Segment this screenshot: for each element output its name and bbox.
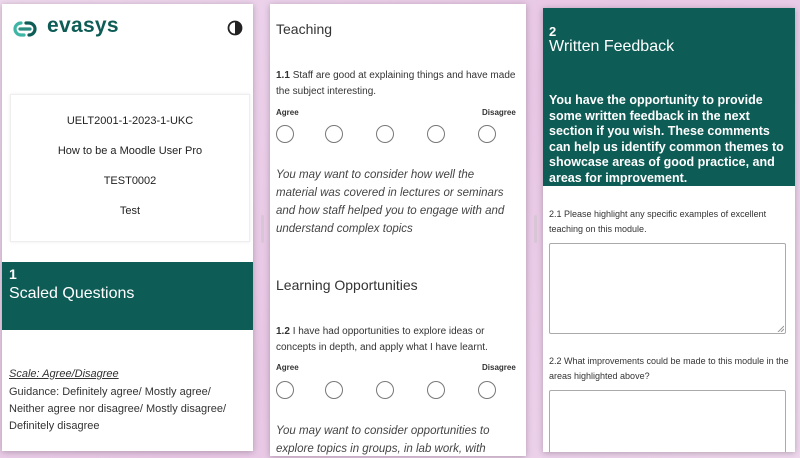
teaching-heading: Teaching [276,21,333,37]
q1-1-radio-mostly-disagree[interactable] [427,125,445,143]
question-number: 1.1 [276,70,290,81]
app-header: evasys [2,4,253,56]
course-info-card: UELT2001-1-2023-1-UKC How to be a Moodle… [10,94,250,242]
section-1-banner: 1 Scaled Questions [2,262,253,330]
q1-1-radio-mostly-agree[interactable] [325,125,343,143]
question-2-1-textarea[interactable] [549,243,786,334]
teaching-hint: You may want to consider how well the ma… [276,169,505,235]
agree-label: Agree [276,363,299,372]
course-id: TEST0002 [103,175,157,187]
panel-divider [261,215,264,243]
learning-heading: Learning Opportunities [276,277,418,293]
disagree-label: Disagree [482,108,516,117]
learning-hint: You may want to consider opportunities t… [276,425,490,455]
contrast-icon[interactable] [227,20,243,36]
question-text: Staff are good at explaining things and … [276,70,516,97]
q1-2-radio-mostly-disagree[interactable] [427,381,445,399]
q1-1-radio-definitely-agree[interactable] [276,125,294,143]
question-number: 1.2 [276,326,290,337]
written-feedback-panel: 2 Written Feedback You have the opportun… [543,8,795,452]
q1-2-radio-mostly-agree[interactable] [325,381,343,399]
section-number: 2 [549,24,557,39]
question-text: I have had opportunities to explore idea… [276,326,488,353]
course-type: Test [119,205,141,217]
section-number: 1 [9,266,17,282]
section-title: Scaled Questions [9,285,135,302]
resize-grip-icon[interactable] [777,325,784,332]
agree-label: Agree [276,108,299,117]
course-code: UELT2001-1-2023-1-UKC [66,115,194,127]
section-title: Written Feedback [549,38,675,55]
section-description: You have the opportunity to provide some… [549,93,784,185]
question-2-1-label: 2.1 Please highlight any specific exampl… [549,209,767,234]
q1-1-radio-neither[interactable] [376,125,394,143]
course-info-panel: evasys UELT2001-1-2023-1-UKC How to be a… [2,4,253,451]
disagree-label: Disagree [482,363,516,372]
q1-2-radio-neither[interactable] [376,381,394,399]
scaled-questions-panel: Teaching 1.1 Staff are good at explainin… [270,4,526,456]
q1-1-radio-definitely-disagree[interactable] [478,125,496,143]
scale-guidance: Guidance: Definitely agree/ Mostly agree… [9,386,227,432]
q1-2-radio-definitely-agree[interactable] [276,381,294,399]
scale-label: Scale: Agree/Disagree [9,368,119,380]
panel-divider [534,215,537,243]
question-1-2: 1.2 I have had opportunities to explore … [276,324,516,356]
section-2-banner: 2 Written Feedback You have the opportun… [543,8,795,186]
question-1-1: 1.1 Staff are good at explaining things … [276,68,516,100]
question-2-2-label: 2.2 What improvements could be made to t… [549,356,789,381]
chain-link-icon [13,21,37,37]
question-2-2-textarea[interactable] [549,390,786,452]
course-name: How to be a Moodle User Pro [57,145,203,157]
q1-2-radio-definitely-disagree[interactable] [478,381,496,399]
brand-logo: evasys [47,14,119,37]
